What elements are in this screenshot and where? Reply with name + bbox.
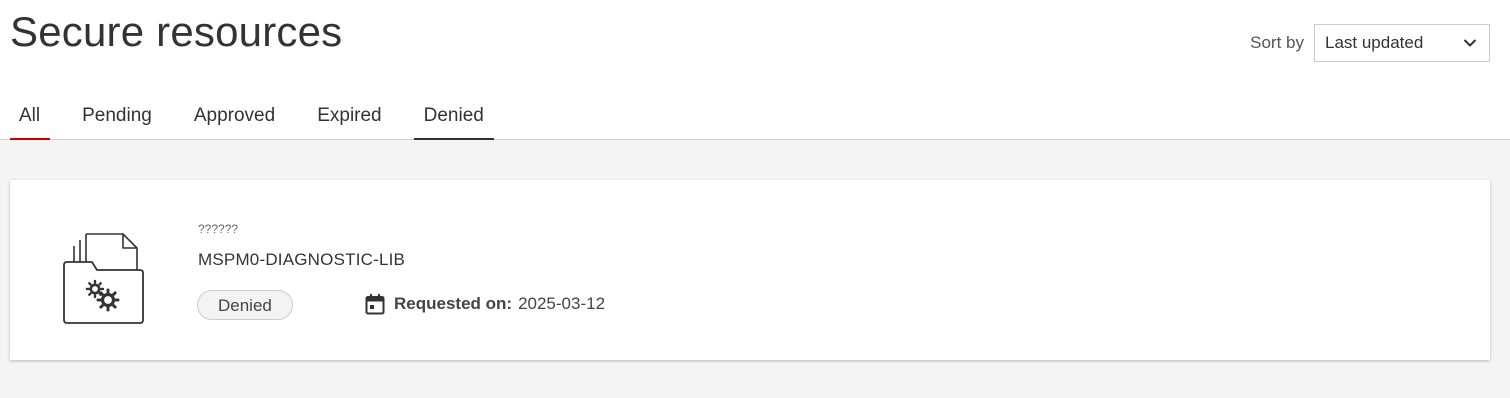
tab-approved[interactable]: Approved (184, 104, 285, 140)
requested-label: Requested on: (394, 294, 513, 313)
calendar-icon (365, 294, 385, 315)
folder-gears-icon (63, 233, 144, 324)
resource-card[interactable]: ?????? MSPM0-DIAGNOSTIC-LIB Denied Reque… (10, 180, 1490, 360)
status-badge: Denied (197, 290, 293, 320)
requested-date: Requested on: 2025-03-12 (365, 293, 605, 315)
tab-denied[interactable]: Denied (413, 104, 494, 140)
requested-value: 2025-03-12 (518, 294, 606, 313)
tab-all[interactable]: All (10, 104, 51, 140)
page-header: Secure resources Sort by Last updated Al… (0, 0, 1510, 140)
sort-select[interactable]: Last updated (1314, 24, 1490, 62)
results-area: ?????? MSPM0-DIAGNOSTIC-LIB Denied Reque… (0, 140, 1510, 398)
filter-tabs: All Pending Approved Expired Denied (10, 104, 516, 140)
tab-pending[interactable]: Pending (72, 104, 162, 140)
tab-expired[interactable]: Expired (307, 104, 391, 140)
page-title: Secure resources (10, 8, 343, 55)
sort-control: Sort by Last updated (1250, 24, 1490, 62)
sort-label: Sort by (1250, 33, 1304, 52)
resource-name[interactable]: MSPM0-DIAGNOSTIC-LIB (198, 250, 405, 270)
chevron-down-icon (1464, 39, 1476, 47)
resource-subtitle: ?????? (198, 222, 239, 236)
sort-selected-value: Last updated (1325, 33, 1424, 52)
